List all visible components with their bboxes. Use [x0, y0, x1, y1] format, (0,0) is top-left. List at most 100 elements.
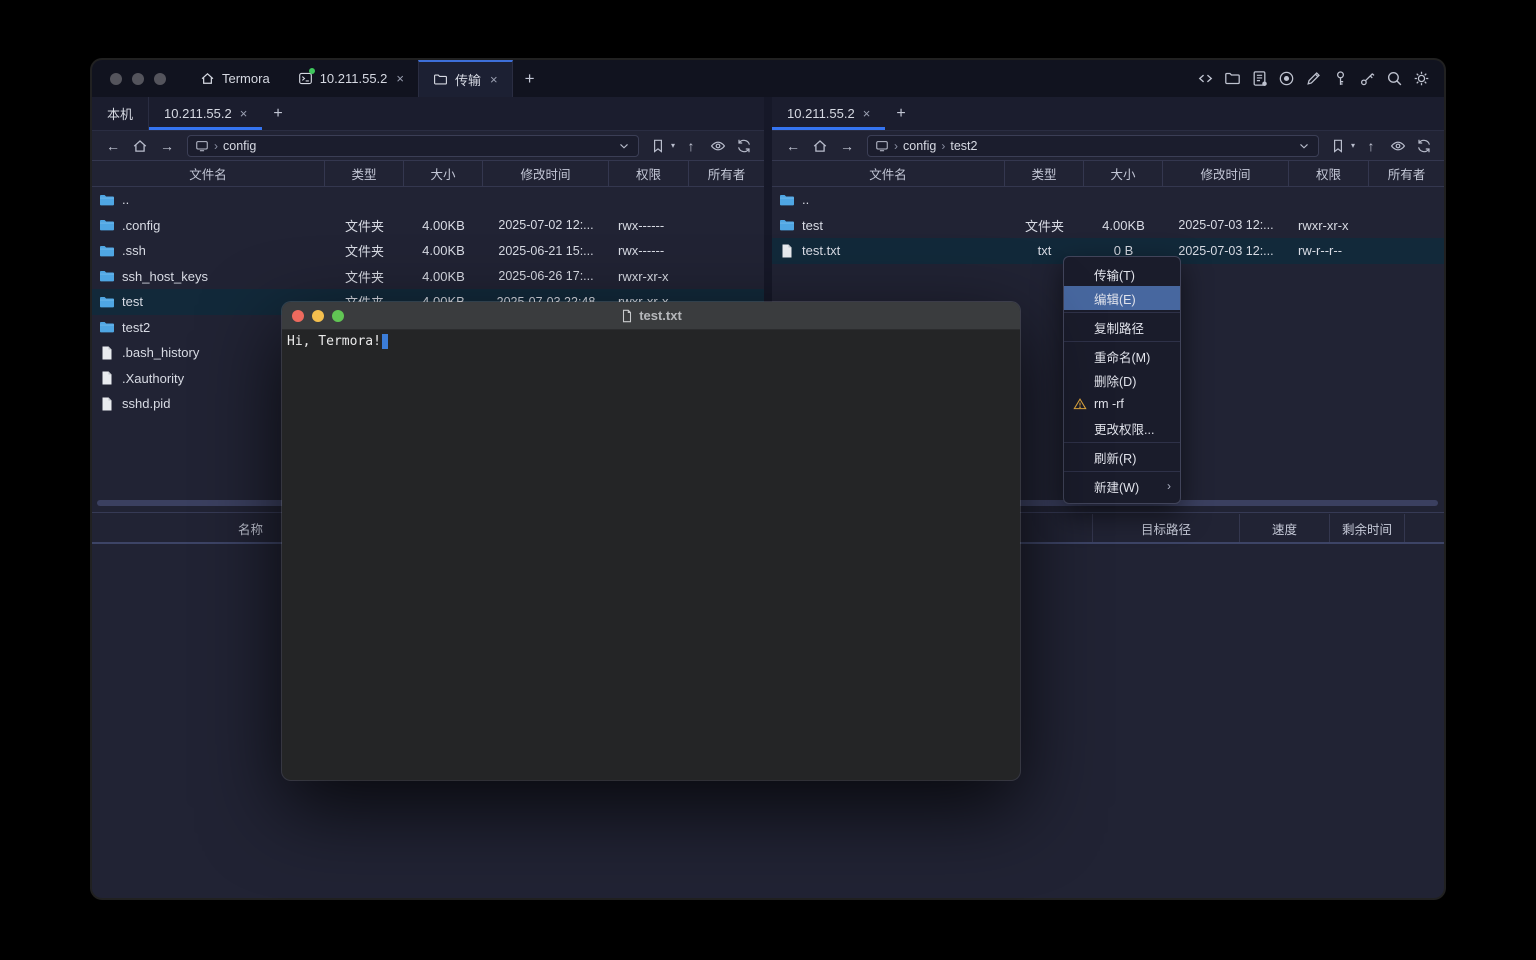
tab-label: 传输 — [455, 70, 481, 89]
breadcrumb-dropdown[interactable] — [1297, 139, 1311, 153]
menu-item-new[interactable]: 新建(W) › — [1064, 474, 1180, 498]
column-header[interactable]: 所有者 — [1369, 161, 1444, 186]
column-header[interactable]: 速度 — [1240, 514, 1330, 542]
breadcrumb-item[interactable]: test2 — [950, 139, 977, 153]
column-header[interactable]: 大小 — [404, 161, 483, 186]
tab-termora[interactable]: Termora — [186, 60, 284, 97]
right-file-list: .. test 文件夹 4.00KB 2025-07-03 12:... rwx… — [772, 187, 1444, 264]
tab-label: Termora — [222, 71, 270, 86]
column-header[interactable]: 所有者 — [689, 161, 764, 186]
column-header[interactable]: 目标路径 — [1093, 514, 1240, 542]
record-button[interactable] — [1278, 70, 1295, 87]
close-window-button[interactable] — [292, 310, 304, 322]
tab-host[interactable]: 10.211.55.2 × — [284, 60, 418, 97]
tab-label: 10.211.55.2 — [787, 106, 855, 121]
right-breadcrumb[interactable]: › config › test2 — [867, 135, 1319, 157]
maximize-window-button[interactable] — [154, 73, 166, 85]
column-header[interactable]: 剩余时间 — [1330, 514, 1405, 542]
column-header[interactable]: 文件名 — [772, 161, 1005, 186]
table-row[interactable]: .config 文件夹 4.00KB 2025-07-02 12:... rwx… — [92, 213, 764, 239]
file-size-cell: 4.00KB — [404, 243, 483, 258]
refresh-icon — [1416, 138, 1432, 154]
table-row[interactable]: .ssh 文件夹 4.00KB 2025-06-21 15:... rwx---… — [92, 238, 764, 264]
bookmark-caret[interactable]: ▾ — [1351, 141, 1355, 150]
maximize-window-button[interactable] — [332, 310, 344, 322]
file-type-cell: 文件夹 — [325, 241, 404, 260]
menu-item-rm-rf[interactable]: rm -rf — [1064, 392, 1180, 416]
close-tab-icon[interactable]: × — [240, 106, 248, 121]
column-header[interactable]: 类型 — [1005, 161, 1084, 186]
forward-button[interactable]: → — [835, 138, 859, 154]
new-panel-tab-button[interactable]: + — [262, 97, 293, 130]
column-header[interactable]: 权限 — [1289, 161, 1369, 186]
tab-transfer[interactable]: 传输 × — [418, 60, 513, 97]
editor-text-area[interactable]: Hi, Termora! — [282, 330, 1020, 353]
close-tab-icon[interactable]: × — [490, 72, 498, 87]
tab-right-host[interactable]: 10.211.55.2 × — [772, 97, 885, 130]
file-name-cell: .. — [772, 192, 1005, 208]
table-row[interactable]: ssh_host_keys 文件夹 4.00KB 2025-06-26 17:.… — [92, 264, 764, 290]
minimize-window-button[interactable] — [312, 310, 324, 322]
back-button[interactable]: ← — [781, 138, 805, 154]
table-row[interactable]: .. — [92, 187, 764, 213]
key-button[interactable] — [1332, 70, 1349, 87]
refresh-button[interactable] — [736, 138, 752, 154]
refresh-button[interactable] — [1416, 138, 1432, 154]
context-menu: 传输(T) 编辑(E) 复制路径 重命名(M) 删除(D) rm -rf 更改权… — [1063, 256, 1181, 504]
back-button[interactable]: ← — [101, 138, 125, 154]
file-modified-cell: 2025-06-26 17:... — [483, 269, 609, 283]
bookmark-button[interactable] — [650, 138, 666, 154]
file-perm-cell: rw-r--r-- — [1289, 243, 1369, 258]
menu-item-transfer[interactable]: 传输(T) — [1064, 262, 1180, 286]
show-hidden-button[interactable] — [1390, 138, 1406, 154]
menu-separator — [1064, 312, 1180, 313]
file-modified-cell: 2025-06-21 15:... — [483, 244, 609, 258]
bookmark-button[interactable] — [1330, 138, 1346, 154]
search-button[interactable] — [1386, 70, 1403, 87]
forward-button[interactable]: → — [155, 138, 179, 154]
table-row[interactable]: test 文件夹 4.00KB 2025-07-03 12:... rwxr-x… — [772, 213, 1444, 239]
log-button[interactable] — [1251, 70, 1268, 87]
close-tab-icon[interactable]: × — [396, 71, 404, 86]
breadcrumb-separator: › — [941, 139, 945, 153]
folder-button[interactable] — [1224, 70, 1241, 87]
right-toolbar: ← → › config › test2 ▾ ↑ — [772, 131, 1444, 160]
breadcrumb-item[interactable]: config — [223, 139, 256, 153]
menu-item-edit[interactable]: 编辑(E) — [1064, 286, 1180, 310]
new-panel-tab-button[interactable]: + — [885, 97, 916, 130]
table-row[interactable]: .. — [772, 187, 1444, 213]
settings-button[interactable] — [1413, 70, 1430, 87]
column-header[interactable]: 修改时间 — [1163, 161, 1289, 186]
keychain-button[interactable] — [1359, 70, 1376, 87]
column-header[interactable]: 权限 — [609, 161, 689, 186]
up-directory-button[interactable]: ↑ — [1359, 138, 1383, 154]
column-header[interactable]: 类型 — [325, 161, 404, 186]
menu-item-delete[interactable]: 删除(D) — [1064, 368, 1180, 392]
column-header[interactable]: 大小 — [1084, 161, 1163, 186]
column-header[interactable]: 修改时间 — [483, 161, 609, 186]
new-tab-button[interactable]: + — [513, 60, 547, 97]
close-window-button[interactable] — [110, 73, 122, 85]
breadcrumb-item[interactable]: config — [903, 139, 936, 153]
home-button[interactable] — [812, 138, 828, 154]
breadcrumb-dropdown[interactable] — [617, 139, 631, 153]
code-button[interactable] — [1197, 70, 1214, 87]
menu-item-rename[interactable]: 重命名(M) — [1064, 344, 1180, 368]
file-icon — [779, 243, 795, 259]
edit-button[interactable] — [1305, 70, 1322, 87]
bookmark-caret[interactable]: ▾ — [671, 141, 675, 150]
up-directory-button[interactable]: ↑ — [679, 138, 703, 154]
left-breadcrumb[interactable]: › config — [187, 135, 639, 157]
tab-left-host[interactable]: 10.211.55.2 × — [149, 97, 262, 130]
home-button[interactable] — [132, 138, 148, 154]
close-tab-icon[interactable]: × — [863, 106, 871, 121]
menu-item-refresh[interactable]: 刷新(R) — [1064, 445, 1180, 469]
editor-titlebar[interactable]: test.txt — [282, 302, 1020, 330]
menu-item-copy-path[interactable]: 复制路径 — [1064, 315, 1180, 339]
minimize-window-button[interactable] — [132, 73, 144, 85]
menu-item-chmod[interactable]: 更改权限... — [1064, 416, 1180, 440]
show-hidden-button[interactable] — [710, 138, 726, 154]
column-header[interactable]: 文件名 — [92, 161, 325, 186]
tab-local[interactable]: 本机 — [92, 97, 149, 130]
file-perm-cell: rwxr-xr-x — [1289, 218, 1369, 233]
